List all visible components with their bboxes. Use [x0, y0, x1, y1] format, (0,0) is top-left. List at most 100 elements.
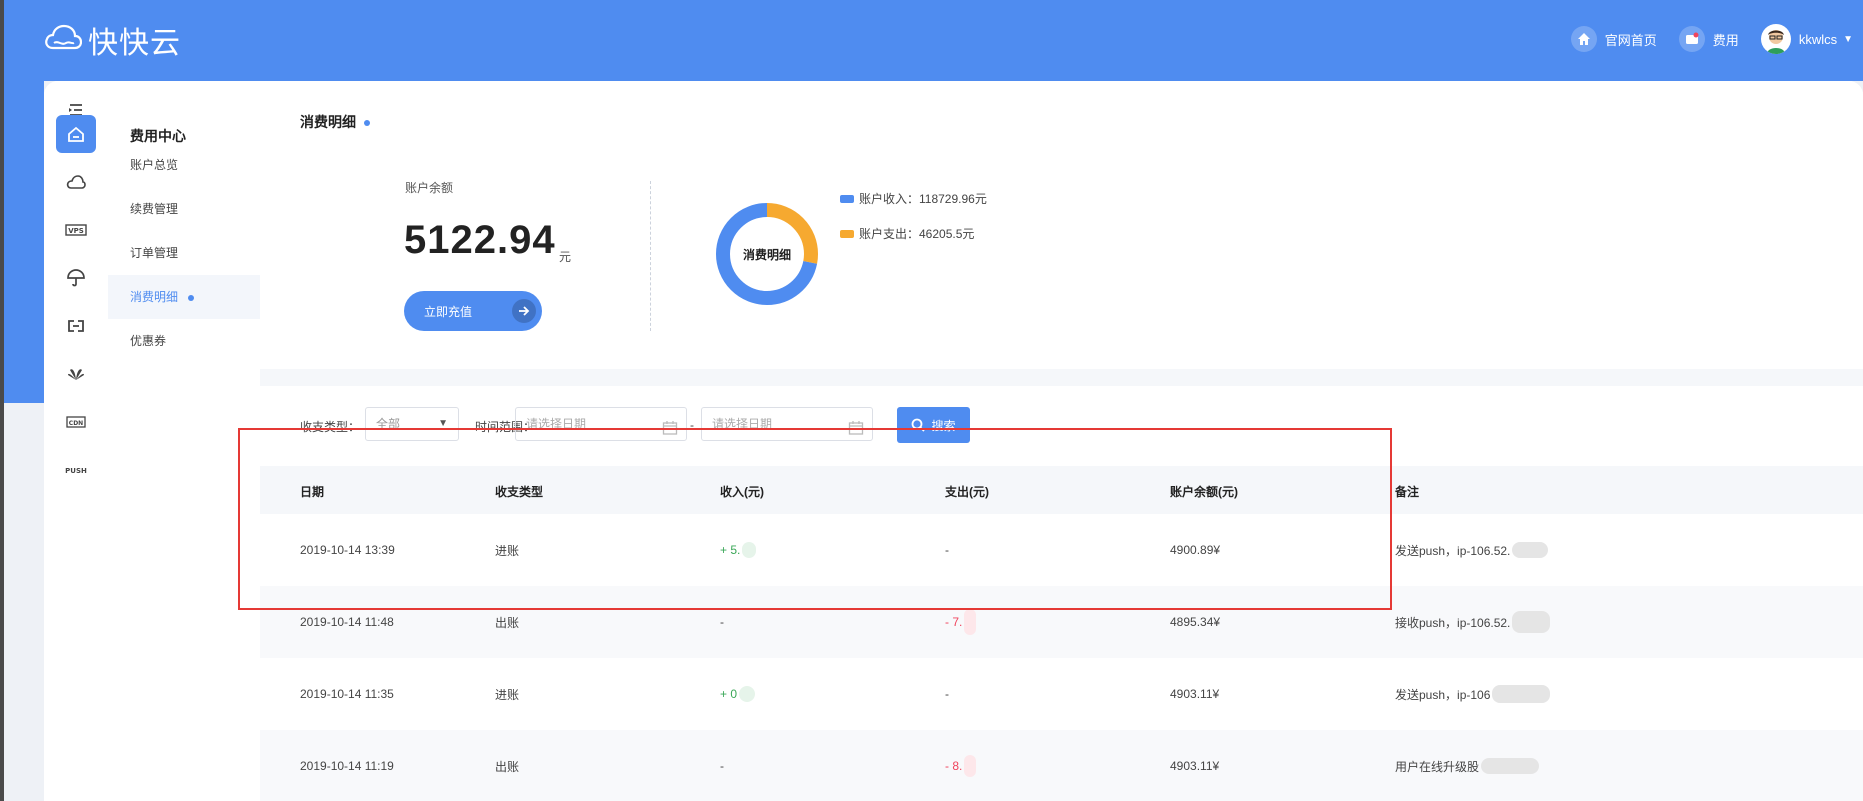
billing-link[interactable]: 费用: [1678, 26, 1739, 52]
cdn-icon[interactable]: CDN: [56, 403, 96, 441]
recharge-button[interactable]: 立即充值: [404, 291, 542, 331]
home-icon[interactable]: [56, 115, 96, 153]
title-dot: [364, 120, 370, 127]
header-date: 日期: [300, 484, 325, 499]
row-income: + 5.: [720, 514, 757, 586]
arrow-right-icon: [512, 299, 536, 323]
submenu-item-orders[interactable]: 订单管理: [108, 231, 260, 275]
vps-icon[interactable]: VPS: [56, 211, 96, 249]
transactions-table: 日期 收支类型 收入(元) 支出(元) 账户余额(元) 备注 2019-10-1…: [260, 468, 1863, 801]
icon-rail: VPS CDN PUSH: [44, 81, 109, 801]
cloud-logo-icon: [44, 23, 83, 58]
start-date-input[interactable]: 请选择日期: [515, 407, 687, 441]
row-balance: 4895.34¥: [1170, 615, 1221, 629]
legend-income: 账户收入：118729.96元: [840, 190, 987, 207]
avatar: [1760, 24, 1791, 54]
table-row[interactable]: 2019-10-14 11:19 出账 - - 8. 4903.11¥ 用户在线…: [260, 730, 1863, 801]
filter-bar: 收支类型： 全部 ▼ 时间范围： 请选择日期 - 请选择日期 搜索: [260, 386, 1863, 466]
redaction-mark: [1492, 685, 1551, 703]
search-button[interactable]: 搜索: [897, 407, 970, 443]
row-expense: - 7.: [945, 586, 977, 658]
row-date: 2019-10-14 11:19: [300, 759, 394, 773]
row-type: 出账: [495, 615, 520, 630]
umbrella-icon[interactable]: [56, 259, 96, 297]
legend-income-swatch: [840, 194, 854, 203]
row-type: 进账: [495, 687, 520, 702]
table-row[interactable]: 2019-10-14 11:48 出账 - - 7. 4895.34¥ 接收pu…: [260, 586, 1863, 658]
submenu-item-coupons[interactable]: 优惠券: [108, 319, 260, 363]
cdn-icon-text: CDN: [69, 420, 83, 427]
active-dot: [188, 294, 195, 301]
legend-expense: 账户支出：46205.5元: [840, 225, 974, 242]
submenu-item-consumption-details[interactable]: 消费明细: [108, 275, 260, 319]
table-row[interactable]: 2019-10-14 11:35 进账 + 0 - 4903.11¥ 发送pus…: [260, 658, 1863, 730]
summary-divider: [650, 181, 651, 331]
official-site-link[interactable]: 官网首页: [1570, 26, 1657, 52]
start-date-placeholder: 请选择日期: [526, 417, 587, 431]
brand-name: 快快云: [88, 26, 181, 61]
header-balance: 账户余额(元): [1170, 484, 1238, 499]
row-note: 发送push，ip-106: [1395, 658, 1551, 730]
type-select[interactable]: 全部 ▼: [365, 407, 459, 441]
navbar-backdrop: [4, 81, 44, 403]
end-date-placeholder: 请选择日期: [712, 417, 773, 431]
redaction-mark: [1481, 758, 1540, 774]
page-title: 消费明细: [300, 112, 370, 132]
row-date: 2019-10-14 13:39: [300, 543, 395, 557]
donut-center-label: 消费明细: [742, 247, 791, 262]
chevron-down-icon: ▼: [438, 418, 448, 429]
search-label: 搜索: [931, 418, 956, 433]
balance-amount: 5122.94: [404, 218, 556, 262]
row-expense: -: [945, 543, 949, 557]
balance-label: 账户余额: [405, 181, 454, 195]
chevron-down-icon: ▼: [1843, 33, 1853, 45]
push-icon-text: PUSH: [65, 467, 87, 475]
official-site-label: 官网首页: [1604, 32, 1657, 48]
row-type: 进账: [495, 543, 520, 558]
table-header: 日期 收支类型 收入(元) 支出(元) 账户余额(元) 备注: [260, 468, 1863, 514]
row-balance: 4900.89¥: [1170, 543, 1221, 557]
date-range-separator: -: [690, 418, 694, 432]
row-date: 2019-10-14 11:35: [300, 687, 394, 701]
row-income: -: [720, 759, 724, 773]
row-income: + 0: [720, 658, 756, 730]
redaction-mark: [964, 609, 977, 635]
push-icon[interactable]: PUSH: [56, 451, 96, 489]
billing-submenu: 费用中心 账户总览 续费管理 订单管理 消费明细 优惠券: [108, 81, 261, 801]
row-balance: 4903.11¥: [1170, 687, 1220, 701]
legend-expense-swatch: [840, 229, 854, 238]
end-date-input[interactable]: 请选择日期: [701, 407, 873, 441]
row-expense: - 8.: [945, 730, 977, 801]
user-menu[interactable]: kkwlcs ▼: [1760, 24, 1853, 54]
row-balance: 4903.11¥: [1170, 759, 1220, 773]
redaction-mark: [1512, 611, 1551, 633]
row-date: 2019-10-14 11:48: [300, 615, 394, 629]
search-icon: [912, 418, 926, 432]
submenu-item-account-overview[interactable]: 账户总览: [108, 143, 260, 187]
huawei-icon[interactable]: [56, 355, 96, 393]
username: kkwlcs: [1798, 31, 1838, 47]
recharge-label: 立即充值: [424, 304, 473, 319]
brand-logo[interactable]: 快快云: [44, 18, 181, 62]
link-icon[interactable]: [56, 307, 96, 345]
type-select-value: 全部: [376, 417, 401, 431]
calendar-icon: [848, 416, 864, 448]
redaction-mark: [964, 755, 977, 777]
vps-icon-text: VPS: [68, 227, 84, 235]
table-row[interactable]: 2019-10-14 13:39 进账 + 5. - 4900.89¥ 发送pu…: [260, 514, 1863, 586]
redaction-mark: [1512, 542, 1549, 558]
calendar-icon: [662, 416, 678, 448]
row-note: 接收push，ip-106.52.: [1395, 586, 1551, 658]
home-icon: [1570, 26, 1597, 52]
legend-income-label: 账户收入：118729.96元: [859, 192, 987, 206]
content-area: 消费明细 账户余额 5122.94 元 立即充值 消费明细 账户收入：11872…: [260, 81, 1863, 801]
billing-label: 费用: [1712, 32, 1739, 48]
header-expense: 支出(元): [945, 484, 989, 499]
header-type: 收支类型: [495, 484, 544, 499]
header-note: 备注: [1395, 484, 1420, 499]
cloud-icon[interactable]: [56, 163, 96, 201]
submenu-item-renewal[interactable]: 续费管理: [108, 187, 260, 231]
summary-card: 消费明细 账户余额 5122.94 元 立即充值 消费明细 账户收入：11872…: [260, 81, 1863, 369]
row-note: 发送push，ip-106.52.: [1395, 514, 1549, 586]
row-type: 出账: [495, 759, 520, 774]
